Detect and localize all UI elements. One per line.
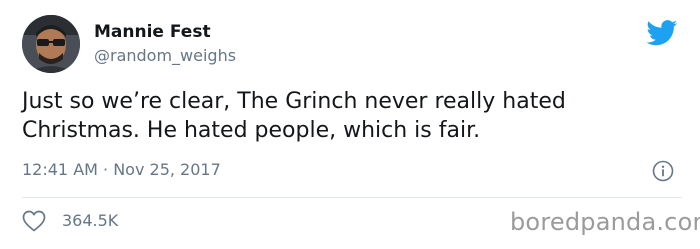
tweet-text: Just so we’re clear, The Grinch never re… [22,89,566,143]
display-name[interactable]: Mannie Fest [94,22,211,42]
heart-icon[interactable] [22,210,46,232]
like-count: 364.5K [62,211,119,230]
info-icon[interactable] [652,160,674,182]
watermark: boredpanda.com [510,208,700,236]
user-handle[interactable]: @random_weighs [94,46,236,65]
avatar[interactable] [22,15,80,73]
divider [22,197,682,198]
twitter-bird-icon[interactable] [646,20,678,46]
tweet-timestamp[interactable]: 12:41 AM · Nov 25, 2017 [22,160,221,179]
tweet-card: Mannie Fest @random_weighs Just so we’re… [0,0,700,249]
